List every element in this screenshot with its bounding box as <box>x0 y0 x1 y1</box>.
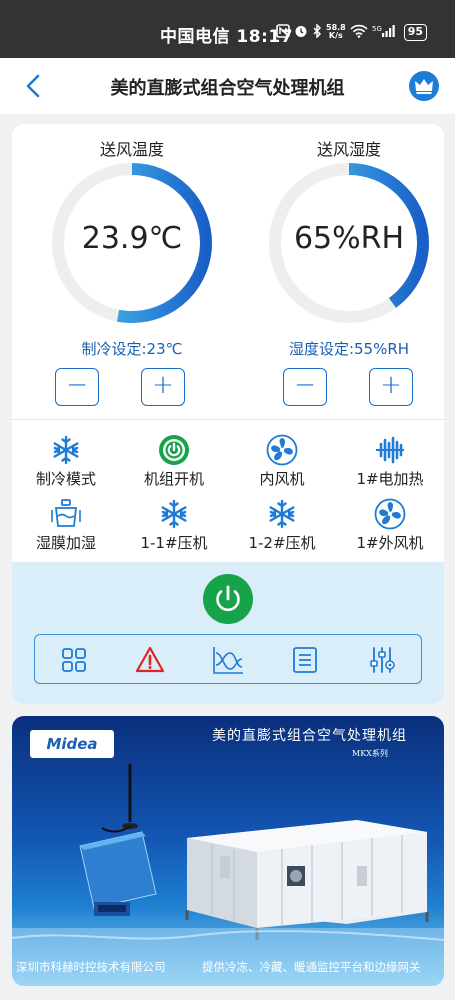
gauge-title: 送风温度 <box>99 140 164 159</box>
supply-humidity-value: 65%RH <box>293 221 405 256</box>
supply-temperature-panel: 送风温度 23.9℃ 制冷设定:23℃ − + <box>32 124 232 414</box>
vip-button[interactable] <box>409 71 439 101</box>
temperature-minus-button[interactable]: − <box>55 368 99 406</box>
snowflake-icon <box>269 499 295 529</box>
app-header: 美的直膨式组合空气处理机组 <box>0 58 455 114</box>
humidifier-icon <box>51 499 81 527</box>
banner-company: 深圳市科赫时控技术有限公司 <box>16 960 166 974</box>
power-icon <box>216 585 240 612</box>
mode-compressor-1-1[interactable]: 1-1#压机 <box>120 492 228 556</box>
divider <box>12 419 444 420</box>
mode-label: 湿膜加湿 <box>35 534 96 552</box>
control-area <box>12 562 444 704</box>
settings-icon <box>370 647 395 673</box>
mode-unit-power[interactable]: 机组开机 <box>120 428 228 492</box>
mode-label: 机组开机 <box>143 470 204 488</box>
mode-electric-heater[interactable]: 1#电加热 <box>336 428 444 492</box>
power-button[interactable] <box>203 574 253 624</box>
temperature-plus-button[interactable]: + <box>141 368 185 406</box>
alarm-button[interactable] <box>135 645 165 675</box>
mode-label: 1-1#压机 <box>140 534 208 552</box>
mode-wet-film-humidify[interactable]: 湿膜加湿 <box>12 492 120 556</box>
net-speed-unit: K/s <box>328 31 343 40</box>
crown-icon <box>415 79 433 94</box>
snowflake-icon <box>161 499 187 529</box>
gauge-title: 送风湿度 <box>316 140 381 159</box>
battery-indicator: 95 <box>403 23 428 41</box>
banner-illustration <box>12 764 444 986</box>
grid-icon <box>62 648 86 672</box>
snowflake-icon <box>53 435 79 465</box>
bluetooth-icon <box>312 22 322 41</box>
trend-icon <box>213 647 243 674</box>
signal-icon: 5G <box>372 24 396 41</box>
status-bar: 中国电信 18:17 58.8 K/s 5G 95 <box>0 0 455 58</box>
cooling-setpoint: 制冷设定:23℃ <box>81 340 183 358</box>
status-grid: 制冷模式 机组开机 内风机 1#电加热 湿膜加湿 1-1#压机 1-2#压机 1… <box>12 424 444 560</box>
page-title: 美的直膨式组合空气处理机组 <box>110 78 345 99</box>
mode-label: 1-2#压机 <box>248 534 316 552</box>
heater-icon <box>376 436 404 464</box>
main-card: 送风温度 23.9℃ 制冷设定:23℃ − + 送风湿度 65%RH 湿度设定:… <box>12 124 444 704</box>
banner-slogan: 提供冷冻、冷藏、暖通监控平台和边缘网关 <box>202 960 421 974</box>
fan-icon <box>374 498 406 530</box>
function-toolbar <box>34 634 422 684</box>
fan-icon <box>266 434 298 466</box>
supply-humidity-panel: 送风湿度 65%RH 湿度设定:55%RH − + <box>249 124 444 414</box>
nfc-icon <box>276 23 290 41</box>
gateway-device-icon <box>79 831 157 916</box>
parameters-button[interactable] <box>367 645 397 675</box>
overview-button[interactable] <box>59 645 89 675</box>
status-icons: 58.8 K/s 5G 95 <box>276 22 428 42</box>
list-icon <box>293 647 317 673</box>
humidity-minus-button[interactable]: − <box>283 368 327 406</box>
net-speed: 58.8 K/s <box>326 24 346 40</box>
signal-label: 5G <box>372 25 382 33</box>
mode-indoor-fan[interactable]: 内风机 <box>228 428 336 492</box>
product-banner[interactable]: Midea 美的直膨式组合空气处理机组 MKX系列 深圳市科赫时控技术有限公司 … <box>12 716 444 986</box>
supply-temperature-value: 23.9℃ <box>81 221 183 256</box>
mode-label: 1#外风机 <box>356 534 424 552</box>
power-on-icon <box>159 435 189 465</box>
alarm-icon <box>135 646 165 673</box>
mode-compressor-1-2[interactable]: 1-2#压机 <box>228 492 336 556</box>
mode-cooling[interactable]: 制冷模式 <box>12 428 120 492</box>
air-handling-unit-icon <box>185 820 429 940</box>
humidity-plus-button[interactable]: + <box>369 368 413 406</box>
wifi-icon <box>350 24 368 41</box>
mode-outdoor-fan[interactable]: 1#外风机 <box>336 492 444 556</box>
records-button[interactable] <box>290 645 320 675</box>
alarm-clock-icon <box>294 24 308 41</box>
trend-button[interactable] <box>212 645 243 675</box>
mode-label: 内风机 <box>259 470 305 488</box>
status-carrier-time: 中国电信 18:17 <box>160 27 294 47</box>
humidity-setpoint: 湿度设定:55%RH <box>288 340 410 358</box>
mode-label: 制冷模式 <box>35 470 96 488</box>
mode-label: 1#电加热 <box>356 470 424 488</box>
